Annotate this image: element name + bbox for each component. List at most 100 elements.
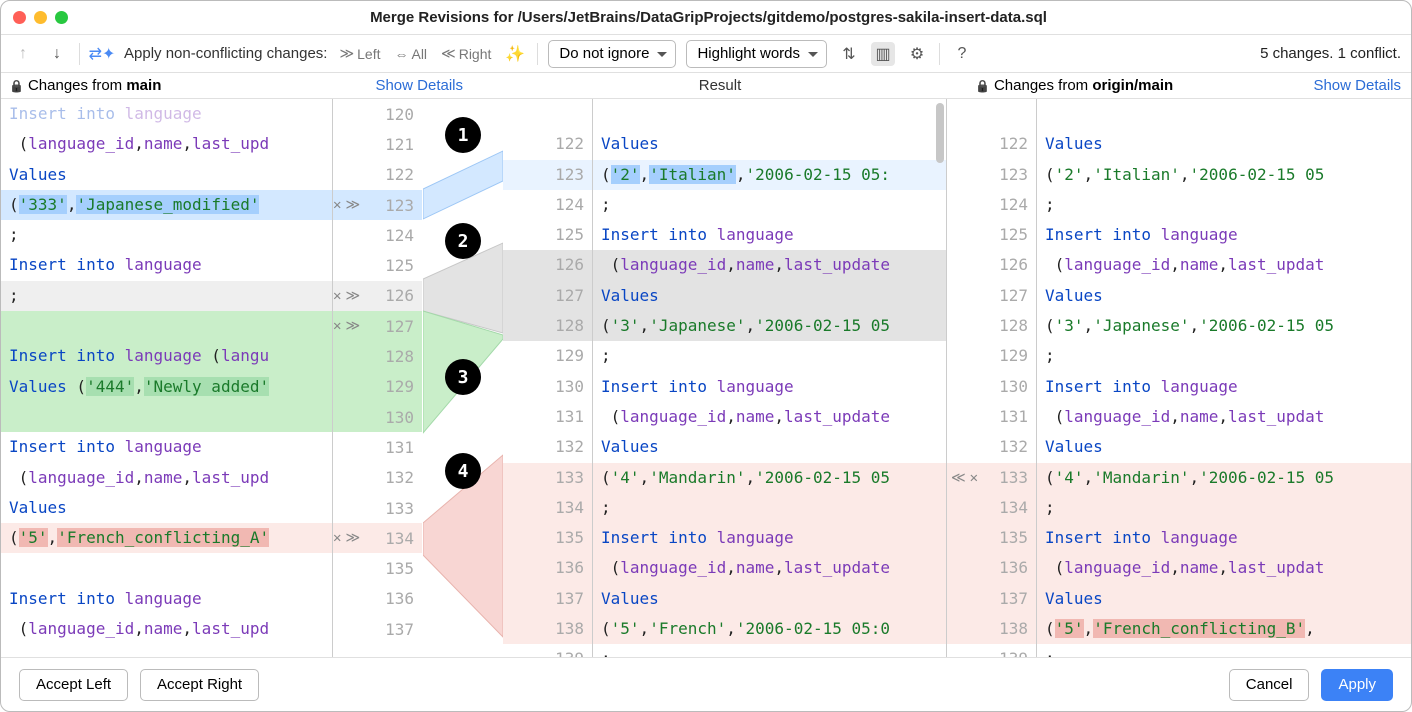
result-scrollbar[interactable] bbox=[936, 103, 944, 163]
code-line[interactable]: Insert into language bbox=[1, 584, 332, 614]
code-line[interactable]: (language_id,name,last_upd bbox=[1, 129, 332, 159]
code-line[interactable]: (language_id,name,last_updat bbox=[1037, 250, 1411, 280]
apply-chevron-icon[interactable]: ≫ bbox=[345, 318, 360, 334]
revert-icon[interactable]: ✕ bbox=[970, 463, 978, 493]
code-line[interactable]: ; bbox=[593, 644, 946, 657]
code-line[interactable]: Values bbox=[593, 584, 946, 614]
left-code-pane[interactable]: Insert into language (language_id,name,l… bbox=[1, 99, 333, 657]
magic-resolve-icon[interactable]: ⇄✦ bbox=[90, 42, 114, 66]
code-line[interactable]: Insert into language bbox=[1037, 523, 1411, 553]
apply-all-button[interactable]: ⇔ All bbox=[392, 46, 429, 62]
help-icon[interactable]: ? bbox=[950, 42, 974, 66]
apply-chevron-icon[interactable]: ≫ bbox=[345, 288, 360, 304]
zoom-traffic-light[interactable] bbox=[55, 11, 68, 24]
code-line[interactable]: Insert into language bbox=[1037, 372, 1411, 402]
gutter-line: 132 bbox=[947, 432, 1036, 462]
code-line[interactable]: ; bbox=[1037, 341, 1411, 371]
code-line[interactable]: (language_id,name,last_updat bbox=[1037, 553, 1411, 583]
gutter-line-number: 138 bbox=[503, 614, 592, 644]
result-code-pane[interactable]: Values('2','Italian','2006-02-15 05:;Ins… bbox=[593, 99, 947, 657]
code-line[interactable] bbox=[1, 311, 332, 341]
code-line[interactable]: ; bbox=[1037, 493, 1411, 523]
code-line[interactable]: ('2','Italian','2006-02-15 05 bbox=[1037, 160, 1411, 190]
code-line[interactable]: Values bbox=[593, 281, 946, 311]
code-line[interactable]: (language_id,name,last_updat bbox=[1037, 402, 1411, 432]
apply-button[interactable]: Apply bbox=[1321, 669, 1393, 701]
code-line[interactable]: ; bbox=[593, 341, 946, 371]
left-show-details-link[interactable]: Show Details bbox=[375, 77, 463, 94]
next-change-icon[interactable]: ↓ bbox=[45, 42, 69, 66]
code-line[interactable]: Values bbox=[1037, 584, 1411, 614]
revert-icon[interactable]: ✕ bbox=[333, 318, 341, 334]
sync-scroll-icon[interactable]: ▥ bbox=[871, 42, 895, 66]
settings-gear-icon[interactable]: ⚙ bbox=[905, 42, 929, 66]
code-line[interactable] bbox=[1, 553, 332, 583]
code-line[interactable]: Values bbox=[1037, 432, 1411, 462]
code-line[interactable]: Insert into language bbox=[1, 250, 332, 280]
code-line[interactable]: Insert into language bbox=[1, 432, 332, 462]
code-line[interactable]: ('2','Italian','2006-02-15 05: bbox=[593, 160, 946, 190]
right-code-pane[interactable]: Values('2','Italian','2006-02-15 05;Inse… bbox=[1037, 99, 1411, 657]
code-line[interactable]: Values bbox=[593, 129, 946, 159]
code-line[interactable]: ('5','French_conflicting_A' bbox=[1, 523, 332, 553]
close-traffic-light[interactable] bbox=[13, 11, 26, 24]
code-line[interactable] bbox=[593, 99, 946, 129]
accept-right-button[interactable]: Accept Right bbox=[140, 669, 259, 701]
code-line[interactable]: ('4','Mandarin','2006-02-15 05 bbox=[1037, 463, 1411, 493]
code-line[interactable]: Values ('444','Newly added' bbox=[1, 372, 332, 402]
code-line[interactable]: Values bbox=[1, 493, 332, 523]
changes-status: 5 changes. 1 conflict. bbox=[1260, 45, 1401, 62]
code-line[interactable]: ('3','Japanese','2006-02-15 05 bbox=[593, 311, 946, 341]
gutter-line-number: 139 bbox=[503, 644, 592, 657]
code-line[interactable]: Insert into language bbox=[1037, 220, 1411, 250]
apply-left-button[interactable]: ≫ Left bbox=[337, 45, 382, 62]
gutter-line: ✕≫134 bbox=[333, 523, 422, 553]
code-line[interactable]: ; bbox=[1, 220, 332, 250]
code-line[interactable]: ('5','French','2006-02-15 05:0 bbox=[593, 614, 946, 644]
code-line[interactable]: (language_id,name,last_update bbox=[593, 553, 946, 583]
code-line[interactable]: Values bbox=[1037, 129, 1411, 159]
revert-icon[interactable]: ✕ bbox=[333, 530, 341, 546]
code-line[interactable]: ; bbox=[593, 190, 946, 220]
gutter-line: 125 bbox=[947, 220, 1036, 250]
wand-icon[interactable]: ✨ bbox=[503, 42, 527, 66]
code-line[interactable]: (language_id,name,last_upd bbox=[1, 463, 332, 493]
ignore-whitespace-dropdown[interactable]: Do not ignore bbox=[548, 40, 676, 68]
minimize-traffic-light[interactable] bbox=[34, 11, 47, 24]
code-line[interactable]: Insert into language bbox=[1, 99, 332, 129]
code-line[interactable]: (language_id,name,last_upd bbox=[1, 614, 332, 644]
code-line[interactable]: ('4','Mandarin','2006-02-15 05 bbox=[593, 463, 946, 493]
collapse-unchanged-icon[interactable]: ⇅ bbox=[837, 42, 861, 66]
code-line[interactable]: Values bbox=[1, 160, 332, 190]
code-line[interactable] bbox=[1, 402, 332, 432]
revert-icon[interactable]: ✕ bbox=[333, 197, 341, 213]
revert-icon[interactable]: ✕ bbox=[333, 288, 341, 304]
apply-right-button[interactable]: ≪ Right bbox=[439, 45, 493, 62]
code-line[interactable]: Insert into language bbox=[593, 523, 946, 553]
code-line[interactable]: (language_id,name,last_update bbox=[593, 402, 946, 432]
code-line[interactable]: Insert into language (langu bbox=[1, 341, 332, 371]
code-line[interactable]: ; bbox=[1037, 190, 1411, 220]
highlight-mode-dropdown[interactable]: Highlight words bbox=[686, 40, 827, 68]
toolbar: ↑ ↓ ⇄✦ Apply non-conflicting changes: ≫ … bbox=[1, 35, 1411, 73]
code-line[interactable]: Insert into language bbox=[593, 220, 946, 250]
cancel-button[interactable]: Cancel bbox=[1229, 669, 1310, 701]
code-line[interactable]: ; bbox=[1037, 644, 1411, 657]
code-line[interactable]: ('5','French_conflicting_B', bbox=[1037, 614, 1411, 644]
code-line[interactable]: ('3','Japanese','2006-02-15 05 bbox=[1037, 311, 1411, 341]
apply-chevron-left-icon[interactable]: ≪ bbox=[951, 463, 966, 493]
gutter-line: ✕≫126 bbox=[333, 281, 422, 311]
apply-chevron-icon[interactable]: ≫ bbox=[345, 197, 360, 213]
prev-change-icon[interactable]: ↑ bbox=[11, 42, 35, 66]
code-line[interactable]: ('333','Japanese_modified' bbox=[1, 190, 332, 220]
code-line[interactable]: ; bbox=[593, 493, 946, 523]
right-show-details-link[interactable]: Show Details bbox=[1313, 77, 1401, 94]
apply-chevron-icon[interactable]: ≫ bbox=[345, 530, 360, 546]
accept-left-button[interactable]: Accept Left bbox=[19, 669, 128, 701]
code-line[interactable]: ; bbox=[1, 281, 332, 311]
code-line[interactable]: (language_id,name,last_update bbox=[593, 250, 946, 280]
code-line[interactable]: Values bbox=[593, 432, 946, 462]
code-line[interactable]: Insert into language bbox=[593, 372, 946, 402]
code-line[interactable] bbox=[1037, 99, 1411, 129]
code-line[interactable]: Values bbox=[1037, 281, 1411, 311]
